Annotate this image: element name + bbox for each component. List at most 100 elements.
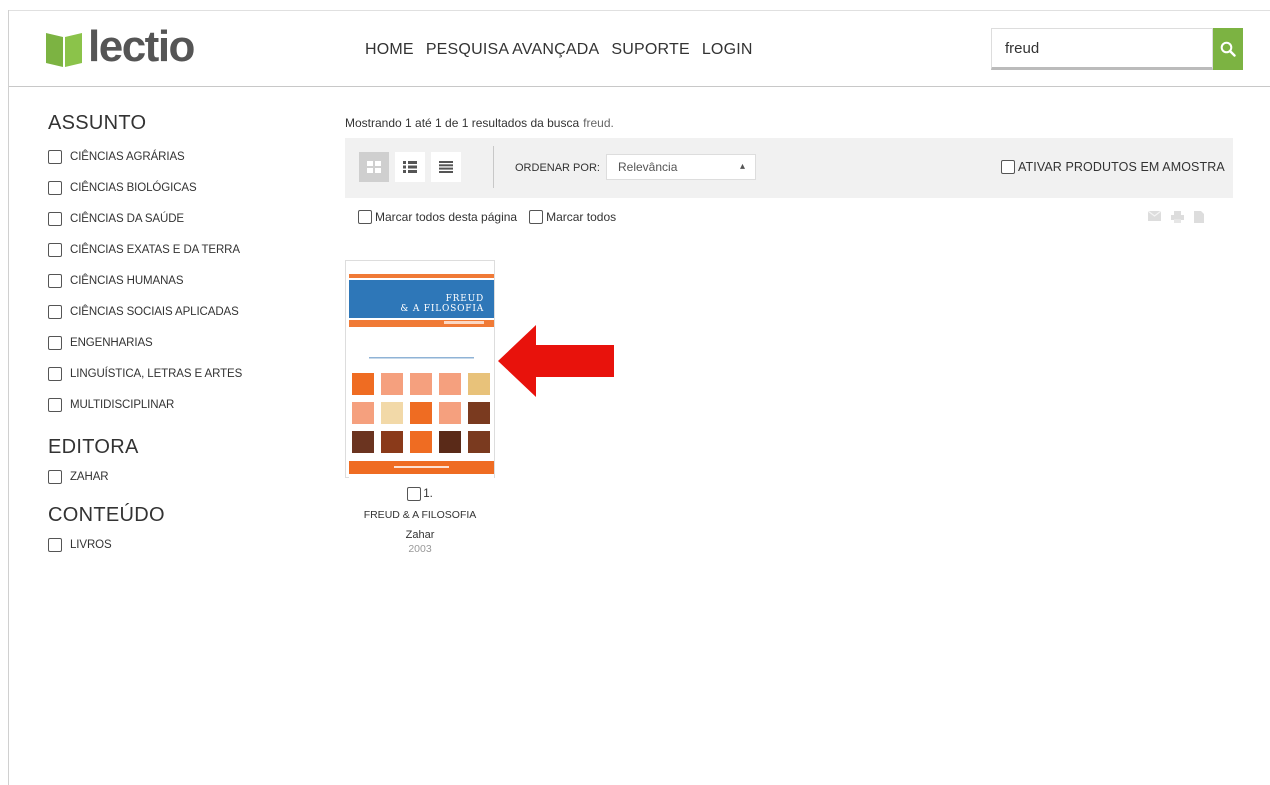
result-select[interactable]: 1. — [320, 487, 520, 501]
filter-item[interactable]: CIÊNCIAS HUMANAS — [48, 265, 288, 296]
results-query: freud. — [583, 116, 614, 130]
search-button[interactable] — [1213, 28, 1243, 70]
mark-page-label: Marcar todos desta página — [375, 210, 518, 224]
list-view-icon — [403, 161, 417, 173]
cover-tile — [439, 431, 461, 453]
nav-login[interactable]: LOGIN — [702, 41, 753, 59]
filter-section-assunto: ASSUNTO CIÊNCIAS AGRÁRIAS CIÊNCIAS BIOLÓ… — [48, 112, 288, 420]
result-checkbox[interactable] — [407, 487, 422, 501]
mark-controls: Marcar todos desta página Marcar todos — [358, 210, 628, 224]
filter-item[interactable]: CIÊNCIAS EXATAS E DA TERRA — [48, 234, 288, 265]
grid-view-button[interactable] — [359, 152, 389, 182]
filter-title: CONTEÚDO — [48, 504, 165, 526]
cover-tile — [352, 431, 374, 453]
filter-title: ASSUNTO — [48, 112, 147, 134]
book-cover[interactable]: FREUD & A FILOSOFIA — [349, 271, 494, 479]
select-arrows-icon: ▴ — [739, 161, 745, 172]
filter-label: CIÊNCIAS HUMANAS — [70, 274, 184, 287]
filter-checkbox[interactable] — [48, 469, 62, 484]
filter-checkbox[interactable] — [48, 180, 62, 195]
cover-tile — [410, 373, 432, 395]
cover-tile — [468, 373, 490, 395]
print-icon[interactable] — [1171, 211, 1184, 223]
site-header: lectio HOME PESQUISA AVANÇADA SUPORTE LO… — [9, 11, 1270, 87]
cover-tile — [381, 373, 403, 395]
cover-tile — [381, 431, 403, 453]
filter-checkbox[interactable] — [48, 242, 62, 257]
results-summary-text: Mostrando 1 até 1 de 1 resultados da bus… — [345, 116, 580, 130]
main-nav: HOME PESQUISA AVANÇADA SUPORTE LOGIN — [365, 41, 765, 59]
filter-label: CIÊNCIAS AGRÁRIAS — [70, 150, 185, 163]
nav-support[interactable]: SUPORTE — [611, 41, 689, 59]
nav-advanced-search[interactable]: PESQUISA AVANÇADA — [426, 41, 600, 59]
filter-checkbox[interactable] — [48, 149, 62, 164]
filter-item[interactable]: CIÊNCIAS AGRÁRIAS — [48, 141, 288, 172]
filter-item[interactable]: CIÊNCIAS SOCIAIS APLICADAS — [48, 296, 288, 327]
results-toolbar: ORDENAR POR: Relevância ▴ ATIVAR PRODUTO… — [345, 138, 1233, 198]
filter-list: ZAHAR — [48, 461, 288, 492]
result-card[interactable]: FREUD & A FILOSOFIA — [345, 260, 495, 479]
toolbar-divider — [493, 146, 494, 188]
filter-title: EDITORA — [48, 436, 139, 458]
result-title[interactable]: FREUD & A FILOSOFIA — [320, 509, 520, 521]
result-actions — [1148, 211, 1204, 223]
filter-checkbox[interactable] — [48, 537, 62, 552]
filter-item[interactable]: LIVROS — [48, 529, 288, 560]
export-icon[interactable] — [1194, 211, 1204, 223]
filter-list: CIÊNCIAS AGRÁRIAS CIÊNCIAS BIOLÓGICAS CI… — [48, 141, 288, 420]
sample-products-checkbox[interactable] — [1001, 160, 1015, 174]
nav-home[interactable]: HOME — [365, 41, 414, 59]
list-view-button[interactable] — [395, 152, 425, 182]
filter-label: CIÊNCIAS DA SAÚDE — [70, 212, 184, 225]
sample-products-toggle[interactable]: ATIVAR PRODUTOS EM AMOSTRA — [1001, 160, 1225, 174]
compact-list-view-button[interactable] — [431, 152, 461, 182]
email-icon[interactable] — [1148, 211, 1161, 221]
filter-label: MULTIDISCIPLINAR — [70, 398, 175, 411]
filter-section-conteudo: CONTEÚDO LIVROS — [48, 504, 288, 560]
order-by-select[interactable]: Relevância ▴ — [606, 154, 756, 180]
cover-tile — [410, 402, 432, 424]
order-by-value: Relevância — [618, 160, 678, 174]
cover-title-line: FREUD — [445, 294, 484, 304]
search-input[interactable] — [991, 28, 1213, 70]
filter-label: ZAHAR — [70, 470, 109, 483]
filter-checkbox[interactable] — [48, 304, 62, 319]
filter-label: CIÊNCIAS EXATAS E DA TERRA — [70, 243, 240, 256]
filter-checkbox[interactable] — [48, 335, 62, 350]
filter-label: LINGUÍSTICA, LETRAS E ARTES — [70, 367, 243, 380]
mark-all-checkbox[interactable] — [529, 210, 544, 224]
filter-item[interactable]: CIÊNCIAS DA SAÚDE — [48, 203, 288, 234]
filter-item[interactable]: ZAHAR — [48, 461, 288, 492]
cover-tile — [381, 402, 403, 424]
filter-item[interactable]: CIÊNCIAS BIOLÓGICAS — [48, 172, 288, 203]
filter-label: CIÊNCIAS BIOLÓGICAS — [70, 181, 197, 194]
mark-page-checkbox[interactable] — [358, 210, 372, 224]
filter-label: CIÊNCIAS SOCIAIS APLICADAS — [70, 305, 239, 318]
filter-section-editora: EDITORA ZAHAR — [48, 436, 288, 492]
results-summary: Mostrando 1 até 1 de 1 resultados da bus… — [345, 116, 614, 130]
filter-sidebar: ASSUNTO CIÊNCIAS AGRÁRIAS CIÊNCIAS BIOLÓ… — [48, 112, 288, 560]
filter-item[interactable]: ENGENHARIAS — [48, 327, 288, 358]
logo[interactable]: lectio — [46, 22, 195, 71]
cover-tile — [439, 402, 461, 424]
filter-checkbox[interactable] — [48, 273, 62, 288]
filter-list: LIVROS — [48, 529, 288, 560]
result-year: 2003 — [408, 543, 432, 555]
filter-label: LIVROS — [70, 538, 112, 551]
filter-item[interactable]: MULTIDISCIPLINAR — [48, 389, 288, 420]
filter-checkbox[interactable] — [48, 366, 62, 381]
cover-tile — [410, 431, 432, 453]
cover-tile — [352, 373, 374, 395]
grid-view-icon — [367, 161, 381, 173]
cover-tile — [439, 373, 461, 395]
cover-tile — [468, 431, 490, 453]
logo-text: lectio — [88, 22, 195, 71]
filter-checkbox[interactable] — [48, 211, 62, 226]
result-info: 1. FREUD & A FILOSOFIA Zahar 2003 — [320, 487, 520, 555]
cover-tile — [352, 402, 374, 424]
compact-list-view-icon — [439, 161, 453, 173]
filter-label: ENGENHARIAS — [70, 336, 153, 349]
mark-all-label: Marcar todos — [546, 210, 617, 224]
filter-item[interactable]: LINGUÍSTICA, LETRAS E ARTES — [48, 358, 288, 389]
filter-checkbox[interactable] — [48, 397, 62, 412]
